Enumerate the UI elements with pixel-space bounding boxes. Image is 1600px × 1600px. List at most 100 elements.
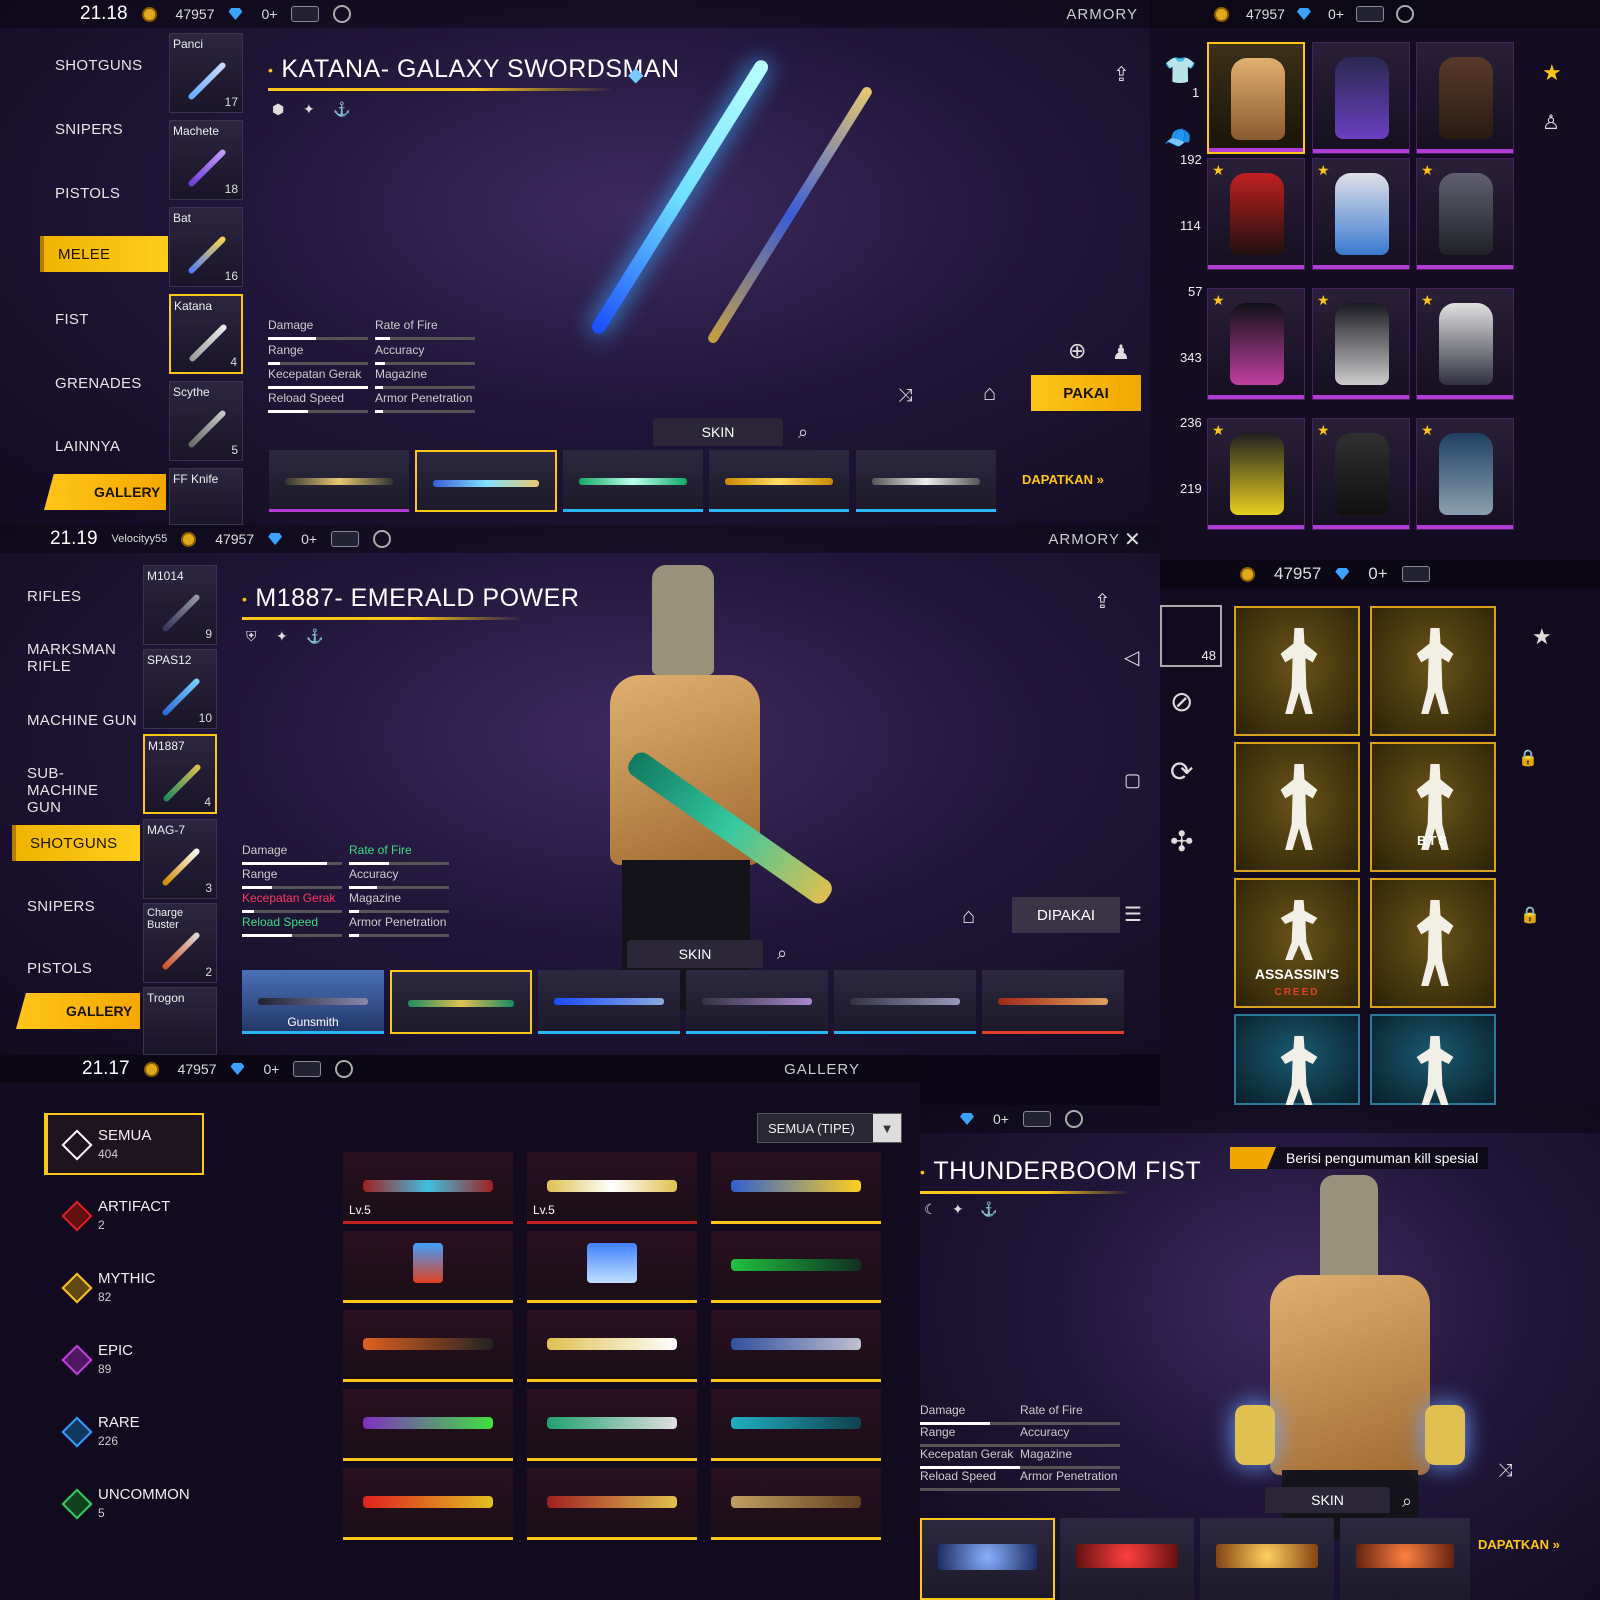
gallery-item[interactable] <box>711 1310 881 1382</box>
emote-category-icon[interactable]: ⟳ <box>1170 755 1193 788</box>
gallery-item[interactable]: Lv.5 <box>527 1152 697 1224</box>
skin-card[interactable] <box>856 450 996 512</box>
skin-tab[interactable]: SKIN <box>653 418 783 446</box>
skin-card[interactable] <box>686 970 828 1034</box>
settings-icon[interactable] <box>1395 5 1414 23</box>
category-shotguns[interactable]: SHOTGUNS <box>12 825 140 861</box>
zoom-icon[interactable]: ⊕ <box>1068 338 1086 364</box>
category-snipers[interactable]: SNIPERS <box>55 121 123 138</box>
rarity-filter-artifact[interactable]: ARTIFACT 2 <box>61 1198 170 1234</box>
skin-search-icon[interactable]: ⌕ <box>777 943 787 964</box>
square-icon[interactable]: ▢ <box>1124 770 1141 791</box>
outfit-item[interactable]: ★ <box>1416 158 1514 270</box>
emote-tile-bts[interactable]: BTS <box>1370 742 1496 872</box>
emote-tile[interactable] <box>1234 742 1360 872</box>
category-lainnya[interactable]: LAINNYA <box>55 438 120 455</box>
rarity-filter-all[interactable]: SEMUA 404 <box>61 1127 151 1163</box>
skin-card[interactable] <box>563 450 703 512</box>
emote-tile[interactable] <box>1370 606 1496 736</box>
category-grenades[interactable]: GRENADES <box>55 375 142 392</box>
gallery-item[interactable] <box>711 1231 881 1303</box>
gallery-item[interactable] <box>711 1152 881 1224</box>
skin-search-icon[interactable]: ⌕ <box>1402 1491 1412 1512</box>
gallery-item[interactable] <box>343 1231 513 1303</box>
category-melee[interactable]: MELEE <box>40 236 168 272</box>
gallery-item[interactable] <box>527 1231 697 1303</box>
gallery-button[interactable]: GALLERY <box>44 474 166 510</box>
outfit-item[interactable]: ★ <box>1416 418 1514 530</box>
emote-category-icon[interactable]: ✣ <box>1170 825 1193 858</box>
equip-button[interactable]: PAKAI <box>1031 375 1141 411</box>
skin-card-selected[interactable] <box>415 450 557 512</box>
emote-tile[interactable] <box>1370 1014 1496 1105</box>
emote-tile[interactable] <box>1234 606 1360 736</box>
gallery-item[interactable] <box>527 1468 697 1540</box>
type-filter-dropdown[interactable]: SEMUA (TIPE) ▼ <box>757 1113 902 1143</box>
outfit-item[interactable] <box>1312 42 1410 154</box>
card-icon[interactable] <box>331 531 360 547</box>
weapon-card[interactable]: Panci 17 <box>169 33 243 113</box>
settings-icon[interactable] <box>373 530 392 548</box>
gallery-item[interactable] <box>343 1468 513 1540</box>
gallery-item[interactable] <box>527 1389 697 1461</box>
weapon-card[interactable]: FF Knife <box>169 468 243 525</box>
outfit-item[interactable]: ★ <box>1207 288 1305 400</box>
skin-card[interactable] <box>1060 1518 1194 1600</box>
skin-card[interactable] <box>982 970 1124 1034</box>
gallery-item[interactable]: Lv.5 <box>343 1152 513 1224</box>
settings-icon[interactable] <box>335 1060 354 1078</box>
category-pistols[interactable]: PISTOLS <box>27 960 92 977</box>
get-more-link[interactable]: DAPATKAN » <box>1022 472 1104 487</box>
equipped-button[interactable]: DIPAKAI <box>1012 897 1120 933</box>
settings-icon[interactable] <box>333 5 352 23</box>
category-fist[interactable]: FIST <box>55 311 89 328</box>
gallery-item[interactable] <box>343 1389 513 1461</box>
favorite-star-icon[interactable]: ★ <box>1542 60 1562 86</box>
outfit-item[interactable]: ★ <box>1207 418 1305 530</box>
rarity-filter-uncommon[interactable]: UNCOMMON 5 <box>61 1486 190 1522</box>
emote-category-selected[interactable]: 48 <box>1160 605 1222 667</box>
get-more-link[interactable]: DAPATKAN » <box>1478 1537 1560 1552</box>
outfit-item[interactable]: ★ <box>1312 418 1410 530</box>
card-icon[interactable] <box>1401 566 1430 582</box>
skin-card[interactable]: Gunsmith <box>242 970 384 1034</box>
weapon-card[interactable]: Trogon <box>143 987 217 1055</box>
close-icon[interactable]: ✕ <box>1124 527 1141 552</box>
skin-card[interactable] <box>1200 1518 1334 1600</box>
rarity-filter-rare[interactable]: RARE 226 <box>61 1414 140 1450</box>
settings-icon[interactable] <box>1064 1110 1083 1128</box>
gallery-item[interactable] <box>343 1310 513 1382</box>
outfit-item[interactable]: ★ <box>1312 288 1410 400</box>
shuffle-icon[interactable]: ⤨ <box>1498 1460 1512 1481</box>
skin-card[interactable] <box>834 970 976 1034</box>
emote-category-icon[interactable]: ⊘ <box>1170 685 1193 718</box>
outfit-item[interactable] <box>1416 42 1514 154</box>
skin-card[interactable] <box>709 450 849 512</box>
category-rifles[interactable]: RIFLES <box>27 588 81 605</box>
shuffle-icon[interactable]: ⤨ <box>898 385 912 406</box>
skin-card[interactable] <box>538 970 680 1034</box>
card-icon[interactable] <box>1022 1111 1051 1127</box>
category-machine-gun[interactable]: MACHINE GUN <box>27 712 137 729</box>
hat-category-icon[interactable]: 🧢 <box>1164 125 1191 151</box>
weapon-card[interactable]: Charge Buster 2 <box>143 903 217 983</box>
emote-tile[interactable] <box>1234 1014 1360 1105</box>
back-triangle-icon[interactable]: ◁ <box>1124 645 1139 670</box>
weapon-card[interactable]: M1014 9 <box>143 565 217 645</box>
gallery-item[interactable] <box>711 1389 881 1461</box>
home-icon[interactable]: ⌂ <box>962 903 975 929</box>
weapon-card[interactable]: Bat 16 <box>169 207 243 287</box>
outfit-item[interactable]: ★ <box>1312 158 1410 270</box>
mannequin-icon[interactable]: ♙ <box>1542 110 1560 135</box>
category-marksman-rifle[interactable]: MARKSMAN RIFLE <box>27 641 117 675</box>
skin-card[interactable] <box>269 450 409 512</box>
rarity-filter-mythic[interactable]: MYTHIC 82 <box>61 1270 156 1306</box>
weapon-card[interactable]: Machete 18 <box>169 120 243 200</box>
gallery-item[interactable] <box>527 1310 697 1382</box>
skin-card-selected[interactable] <box>920 1518 1055 1600</box>
category-sub-machine-gun[interactable]: SUB-MACHINE GUN <box>27 765 127 816</box>
gallery-item[interactable] <box>711 1468 881 1540</box>
outfit-item[interactable]: ★ <box>1416 288 1514 400</box>
weapon-card[interactable]: SPAS12 10 <box>143 649 217 729</box>
card-icon[interactable] <box>291 6 320 22</box>
